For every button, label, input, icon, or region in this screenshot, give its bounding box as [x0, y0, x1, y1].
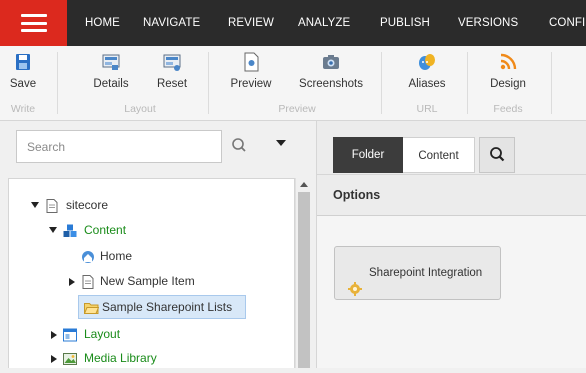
top-navigation-bar: HOME NAVIGATE REVIEW ANALYZE PUBLISH VER…	[0, 0, 586, 46]
design-label: Design	[490, 78, 526, 90]
tab-review[interactable]: REVIEW	[228, 0, 274, 46]
search-options-dropdown-icon[interactable]	[276, 140, 286, 146]
preview-icon	[241, 52, 261, 72]
scrollbar-thumb[interactable]	[298, 192, 310, 368]
gear-icon	[348, 267, 362, 296]
scroll-up-arrow-icon[interactable]	[300, 182, 308, 187]
screenshots-button[interactable]: Screenshots	[294, 52, 368, 90]
hamburger-menu-button[interactable]	[0, 0, 67, 46]
tab-navigate[interactable]: NAVIGATE	[143, 0, 200, 46]
tab-configure[interactable]: CONFI	[549, 0, 585, 46]
preview-button[interactable]: Preview	[226, 52, 276, 90]
preview-label: Preview	[230, 78, 272, 90]
tree-node-layout[interactable]: Layout	[49, 323, 169, 345]
expand-arrow-icon[interactable]	[51, 355, 57, 363]
document-icon	[45, 198, 59, 213]
search-icon	[490, 147, 505, 162]
collapse-arrow-icon[interactable]	[49, 227, 57, 233]
tree-label: Layout	[84, 327, 121, 341]
layout-icon	[63, 327, 77, 342]
content-tree-panel: Search sitecore Content Home New Sample …	[0, 121, 316, 368]
theater-masks-icon	[417, 52, 437, 72]
image-icon	[63, 351, 77, 365]
tree-scrollbar[interactable]	[295, 178, 311, 368]
ribbon-separator	[467, 52, 468, 114]
save-button[interactable]: Save	[8, 52, 38, 90]
document-icon	[81, 274, 95, 289]
group-preview-label: Preview	[278, 103, 316, 115]
expand-arrow-icon[interactable]	[69, 278, 75, 286]
ribbon: Save Write Details Reset Layout Preview …	[0, 46, 586, 121]
save-icon	[13, 52, 33, 72]
tree-label: Content	[84, 223, 127, 237]
folder-icon	[83, 300, 100, 314]
reset-layout-icon	[162, 52, 182, 72]
aliases-button[interactable]: Aliases	[404, 52, 450, 90]
tree-label: Home	[100, 249, 133, 263]
tab-home[interactable]: HOME	[85, 0, 120, 46]
content-cubes-icon	[63, 223, 77, 237]
tree-node-sitecore[interactable]: sitecore	[31, 194, 151, 216]
tree-node-media-library[interactable]: Media Library	[49, 347, 199, 369]
tree-label: sitecore	[66, 198, 109, 212]
design-button[interactable]: Design	[485, 52, 531, 90]
content-editor-panel: Folder Content Options Sharepoint Integr…	[316, 121, 586, 368]
ribbon-separator	[551, 52, 552, 114]
section-title: Options	[317, 175, 586, 216]
editor-tabs: Folder Content	[317, 121, 586, 175]
aliases-label: Aliases	[408, 78, 446, 90]
tab-publish[interactable]: PUBLISH	[380, 0, 430, 46]
reset-label: Reset	[156, 78, 188, 90]
expand-arrow-icon[interactable]	[51, 331, 57, 339]
tab-versions[interactable]: VERSIONS	[458, 0, 518, 46]
rss-icon	[498, 52, 518, 72]
tree-node-content[interactable]: Content	[49, 219, 169, 241]
ribbon-separator	[208, 52, 209, 114]
editor-search-button[interactable]	[479, 137, 515, 173]
tree-node-home[interactable]: Home	[81, 245, 181, 267]
reset-button[interactable]: Reset	[150, 52, 194, 90]
home-globe-icon	[81, 249, 95, 263]
group-feeds-label: Feeds	[493, 103, 523, 115]
group-url-label: URL	[416, 103, 438, 115]
tree-node-sample-sharepoint-lists[interactable]: Sample Sharepoint Lists	[78, 295, 246, 319]
group-write-label: Write	[10, 103, 36, 115]
search-input[interactable]: Search	[16, 130, 222, 163]
content-tree: sitecore Content Home New Sample Item Sa…	[8, 178, 295, 368]
ribbon-separator	[381, 52, 382, 114]
search-icon	[232, 138, 246, 152]
details-icon	[101, 52, 121, 72]
screenshots-label: Screenshots	[299, 78, 363, 90]
details-button[interactable]: Details	[86, 52, 136, 90]
menu-icon	[20, 14, 47, 32]
tab-analyze[interactable]: ANALYZE	[298, 0, 350, 46]
search-button[interactable]	[222, 130, 258, 163]
ribbon-separator	[57, 52, 58, 114]
camera-icon	[321, 52, 341, 72]
tree-label: Media Library	[84, 351, 157, 365]
tab-content[interactable]: Content	[403, 137, 475, 173]
sharepoint-integration-label: Sharepoint Integration	[369, 267, 483, 279]
tab-folder[interactable]: Folder	[333, 137, 403, 173]
tree-label: New Sample Item	[100, 274, 195, 288]
tree-node-new-sample-item[interactable]: New Sample Item	[67, 270, 217, 292]
save-label: Save	[9, 78, 37, 90]
group-layout-label: Layout	[124, 103, 156, 115]
details-label: Details	[93, 78, 129, 90]
collapse-arrow-icon[interactable]	[31, 202, 39, 208]
tree-label: Sample Sharepoint Lists	[102, 300, 233, 314]
sharepoint-integration-button[interactable]: Sharepoint Integration	[334, 246, 501, 300]
